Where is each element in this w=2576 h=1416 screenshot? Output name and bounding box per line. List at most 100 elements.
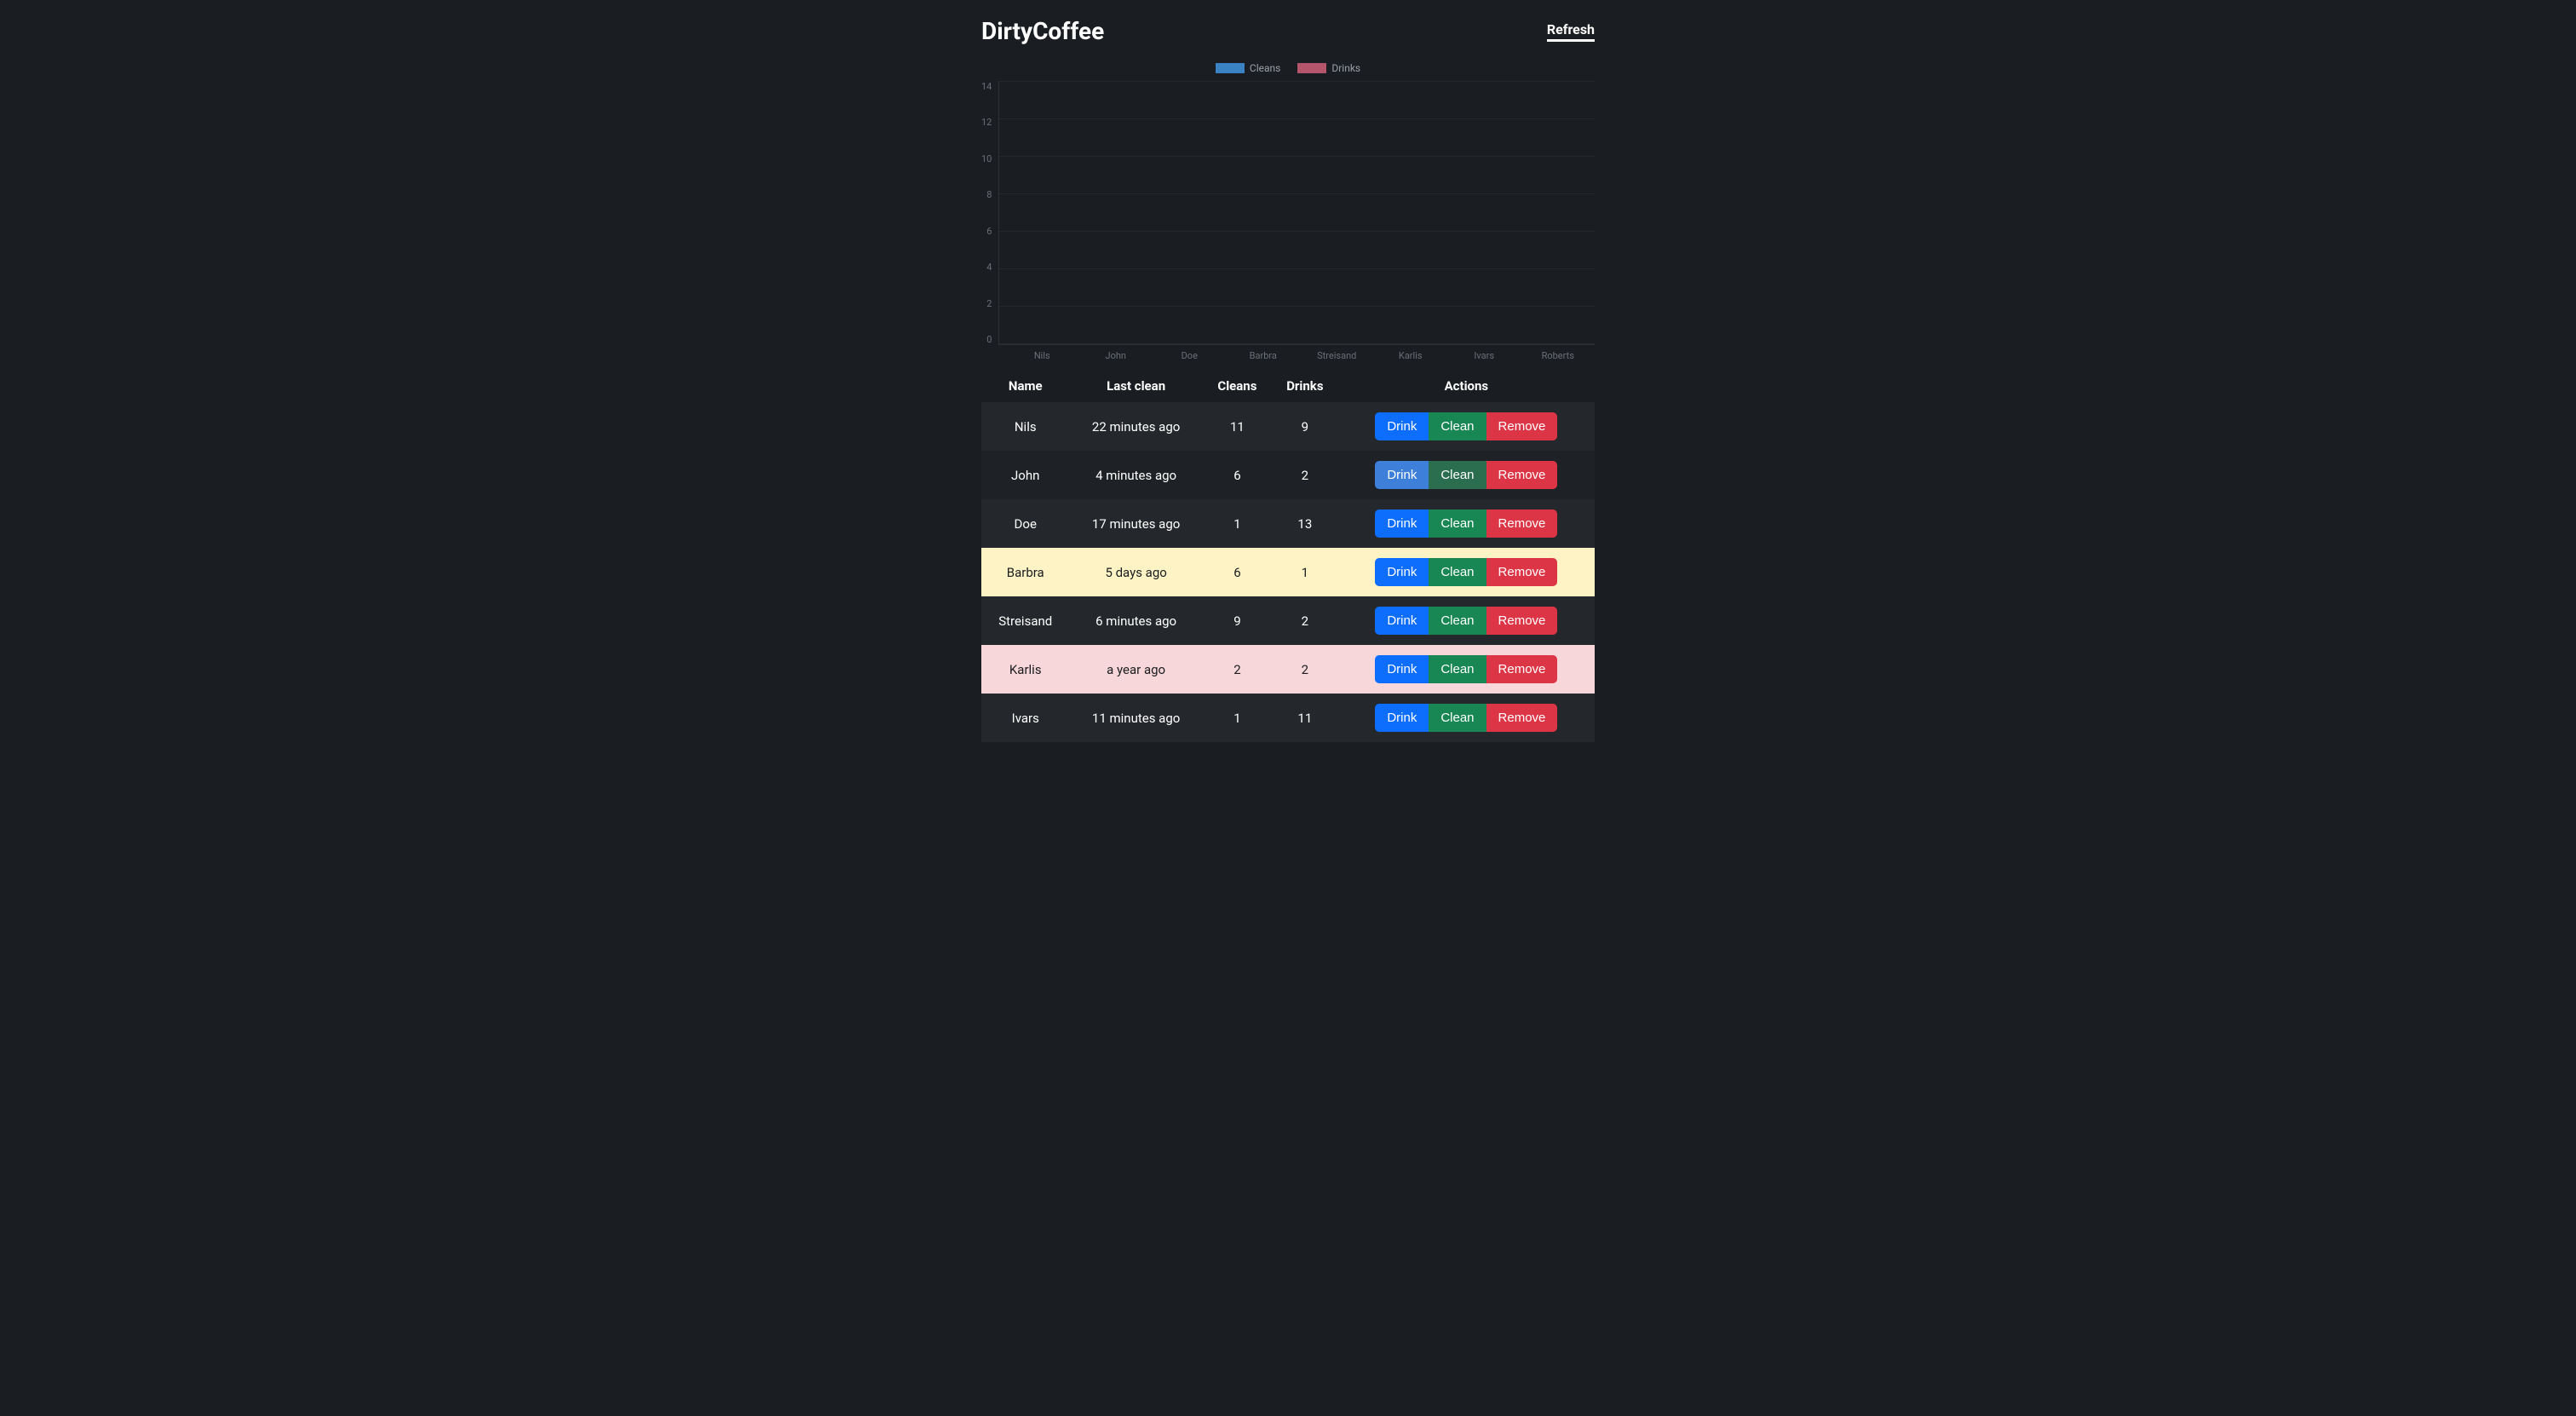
y-tick: 8: [986, 189, 992, 200]
remove-button[interactable]: Remove: [1486, 607, 1558, 635]
chart-plot: [998, 81, 1595, 345]
x-tick: Streisand: [1311, 350, 1362, 361]
cell-name: Doe: [981, 499, 1069, 548]
cell-last-clean: 6 minutes ago: [1069, 596, 1202, 645]
refresh-link[interactable]: Refresh: [1547, 21, 1595, 42]
table-row: Doe17 minutes ago113 DrinkCleanRemove: [981, 499, 1595, 548]
drink-button[interactable]: Drink: [1375, 412, 1429, 440]
cell-last-clean: 5 days ago: [1069, 548, 1202, 596]
chart-plot-area: 14121086420: [981, 81, 1595, 345]
cell-drinks: 2: [1272, 596, 1338, 645]
chart-bars: [999, 81, 1595, 344]
table-row: Ivars11 minutes ago111DrinkCleanRemove: [981, 694, 1595, 742]
cell-last-clean: 17 minutes ago: [1069, 499, 1202, 548]
remove-button[interactable]: Remove: [1486, 558, 1558, 586]
x-tick: Barbra: [1238, 350, 1289, 361]
cell-drinks: 13: [1272, 499, 1338, 548]
col-drinks: Drinks: [1272, 370, 1338, 402]
cell-drinks: 2: [1272, 451, 1338, 499]
remove-button[interactable]: Remove: [1486, 704, 1558, 732]
x-tick: John: [1090, 350, 1141, 361]
remove-button[interactable]: Remove: [1486, 461, 1558, 489]
y-tick: 6: [986, 226, 992, 237]
legend-item-drinks[interactable]: Drinks: [1297, 62, 1360, 74]
cell-last-clean: 4 minutes ago: [1069, 451, 1202, 499]
drink-button[interactable]: Drink: [1375, 461, 1429, 489]
x-tick: Roberts: [1532, 350, 1584, 361]
legend-swatch-cleans: [1216, 63, 1245, 73]
legend-swatch-drinks: [1297, 63, 1326, 73]
y-tick: 14: [981, 81, 992, 92]
cell-drinks: 11: [1272, 694, 1338, 742]
page-title: DirtyCoffee: [981, 17, 1104, 45]
table-header: Name Last clean Cleans Drinks Actions: [981, 370, 1595, 402]
cell-last-clean: a year ago: [1069, 645, 1202, 694]
header: DirtyCoffee Refresh: [981, 17, 1595, 45]
drink-button[interactable]: Drink: [1375, 607, 1429, 635]
y-tick: 4: [986, 262, 992, 273]
y-tick: 0: [986, 334, 992, 345]
action-button-group: DrinkCleanRemove: [1375, 607, 1557, 635]
clean-button[interactable]: Clean: [1429, 412, 1486, 440]
x-tick: Nils: [1016, 350, 1067, 361]
table-body: Nils22 minutes ago119DrinkCleanRemoveJoh…: [981, 402, 1595, 742]
drink-button[interactable]: Drink: [1375, 509, 1429, 538]
clean-button[interactable]: Clean: [1429, 558, 1486, 586]
x-tick: Doe: [1164, 350, 1215, 361]
cell-name: Streisand: [981, 596, 1069, 645]
drink-button[interactable]: Drink: [1375, 704, 1429, 732]
table-row: Karlisa year ago22DrinkCleanRemove: [981, 645, 1595, 694]
cell-actions: DrinkCleanRemove: [1338, 451, 1595, 499]
action-button-group: DrinkCleanRemove: [1375, 461, 1557, 489]
action-button-group: DrinkCleanRemove: [1375, 509, 1557, 538]
clean-button[interactable]: Clean: [1429, 704, 1486, 732]
col-last-clean: Last clean: [1069, 370, 1202, 402]
cell-name: Ivars: [981, 694, 1069, 742]
cell-last-clean: 11 minutes ago: [1069, 694, 1202, 742]
legend-item-cleans[interactable]: Cleans: [1216, 62, 1280, 74]
action-button-group: DrinkCleanRemove: [1375, 558, 1557, 586]
cell-drinks: 1: [1272, 548, 1338, 596]
table-row: Barbra5 days ago61 DrinkCleanRemove: [981, 548, 1595, 596]
remove-button[interactable]: Remove: [1486, 655, 1558, 683]
cell-cleans: 1: [1203, 694, 1272, 742]
cell-name: Barbra: [981, 548, 1069, 596]
cell-actions: DrinkCleanRemove: [1338, 499, 1595, 548]
cell-actions: DrinkCleanRemove: [1338, 694, 1595, 742]
table-row: John4 minutes ago62DrinkCleanRemove: [981, 451, 1595, 499]
cell-drinks: 9: [1272, 402, 1338, 451]
chart: Cleans Drinks 14121086420 NilsJohnDoeBar…: [981, 62, 1595, 361]
x-tick: Karlis: [1385, 350, 1436, 361]
col-cleans: Cleans: [1203, 370, 1272, 402]
legend-label-drinks: Drinks: [1331, 62, 1360, 74]
data-table: Name Last clean Cleans Drinks Actions Ni…: [981, 370, 1595, 742]
clean-button[interactable]: Clean: [1429, 461, 1486, 489]
cell-drinks: 2: [1272, 645, 1338, 694]
action-button-group: DrinkCleanRemove: [1375, 704, 1557, 732]
remove-button[interactable]: Remove: [1486, 509, 1558, 538]
y-tick: 10: [981, 153, 992, 164]
chart-legend: Cleans Drinks: [981, 62, 1595, 74]
col-name: Name: [981, 370, 1069, 402]
cell-cleans: 6: [1203, 548, 1272, 596]
action-button-group: DrinkCleanRemove: [1375, 655, 1557, 683]
clean-button[interactable]: Clean: [1429, 607, 1486, 635]
chart-x-axis: Nils John Doe Barbra Streisand Karlis Ivars Rob…: [1005, 345, 1595, 361]
remove-button[interactable]: Remove: [1486, 412, 1558, 440]
drink-button[interactable]: Drink: [1375, 558, 1429, 586]
x-tick: Ivars: [1458, 350, 1509, 361]
cell-actions: DrinkCleanRemove: [1338, 645, 1595, 694]
cell-last-clean: 22 minutes ago: [1069, 402, 1202, 451]
cell-cleans: 9: [1203, 596, 1272, 645]
cell-actions: DrinkCleanRemove: [1338, 548, 1595, 596]
legend-label-cleans: Cleans: [1250, 62, 1280, 74]
table-row: Streisand6 minutes ago92 DrinkCleanRemove: [981, 596, 1595, 645]
clean-button[interactable]: Clean: [1429, 509, 1486, 538]
clean-button[interactable]: Clean: [1429, 655, 1486, 683]
chart-y-axis: 14121086420: [981, 81, 998, 345]
cell-cleans: 1: [1203, 499, 1272, 548]
col-actions: Actions: [1338, 370, 1595, 402]
cell-cleans: 11: [1203, 402, 1272, 451]
cell-name: Karlis: [981, 645, 1069, 694]
drink-button[interactable]: Drink: [1375, 655, 1429, 683]
